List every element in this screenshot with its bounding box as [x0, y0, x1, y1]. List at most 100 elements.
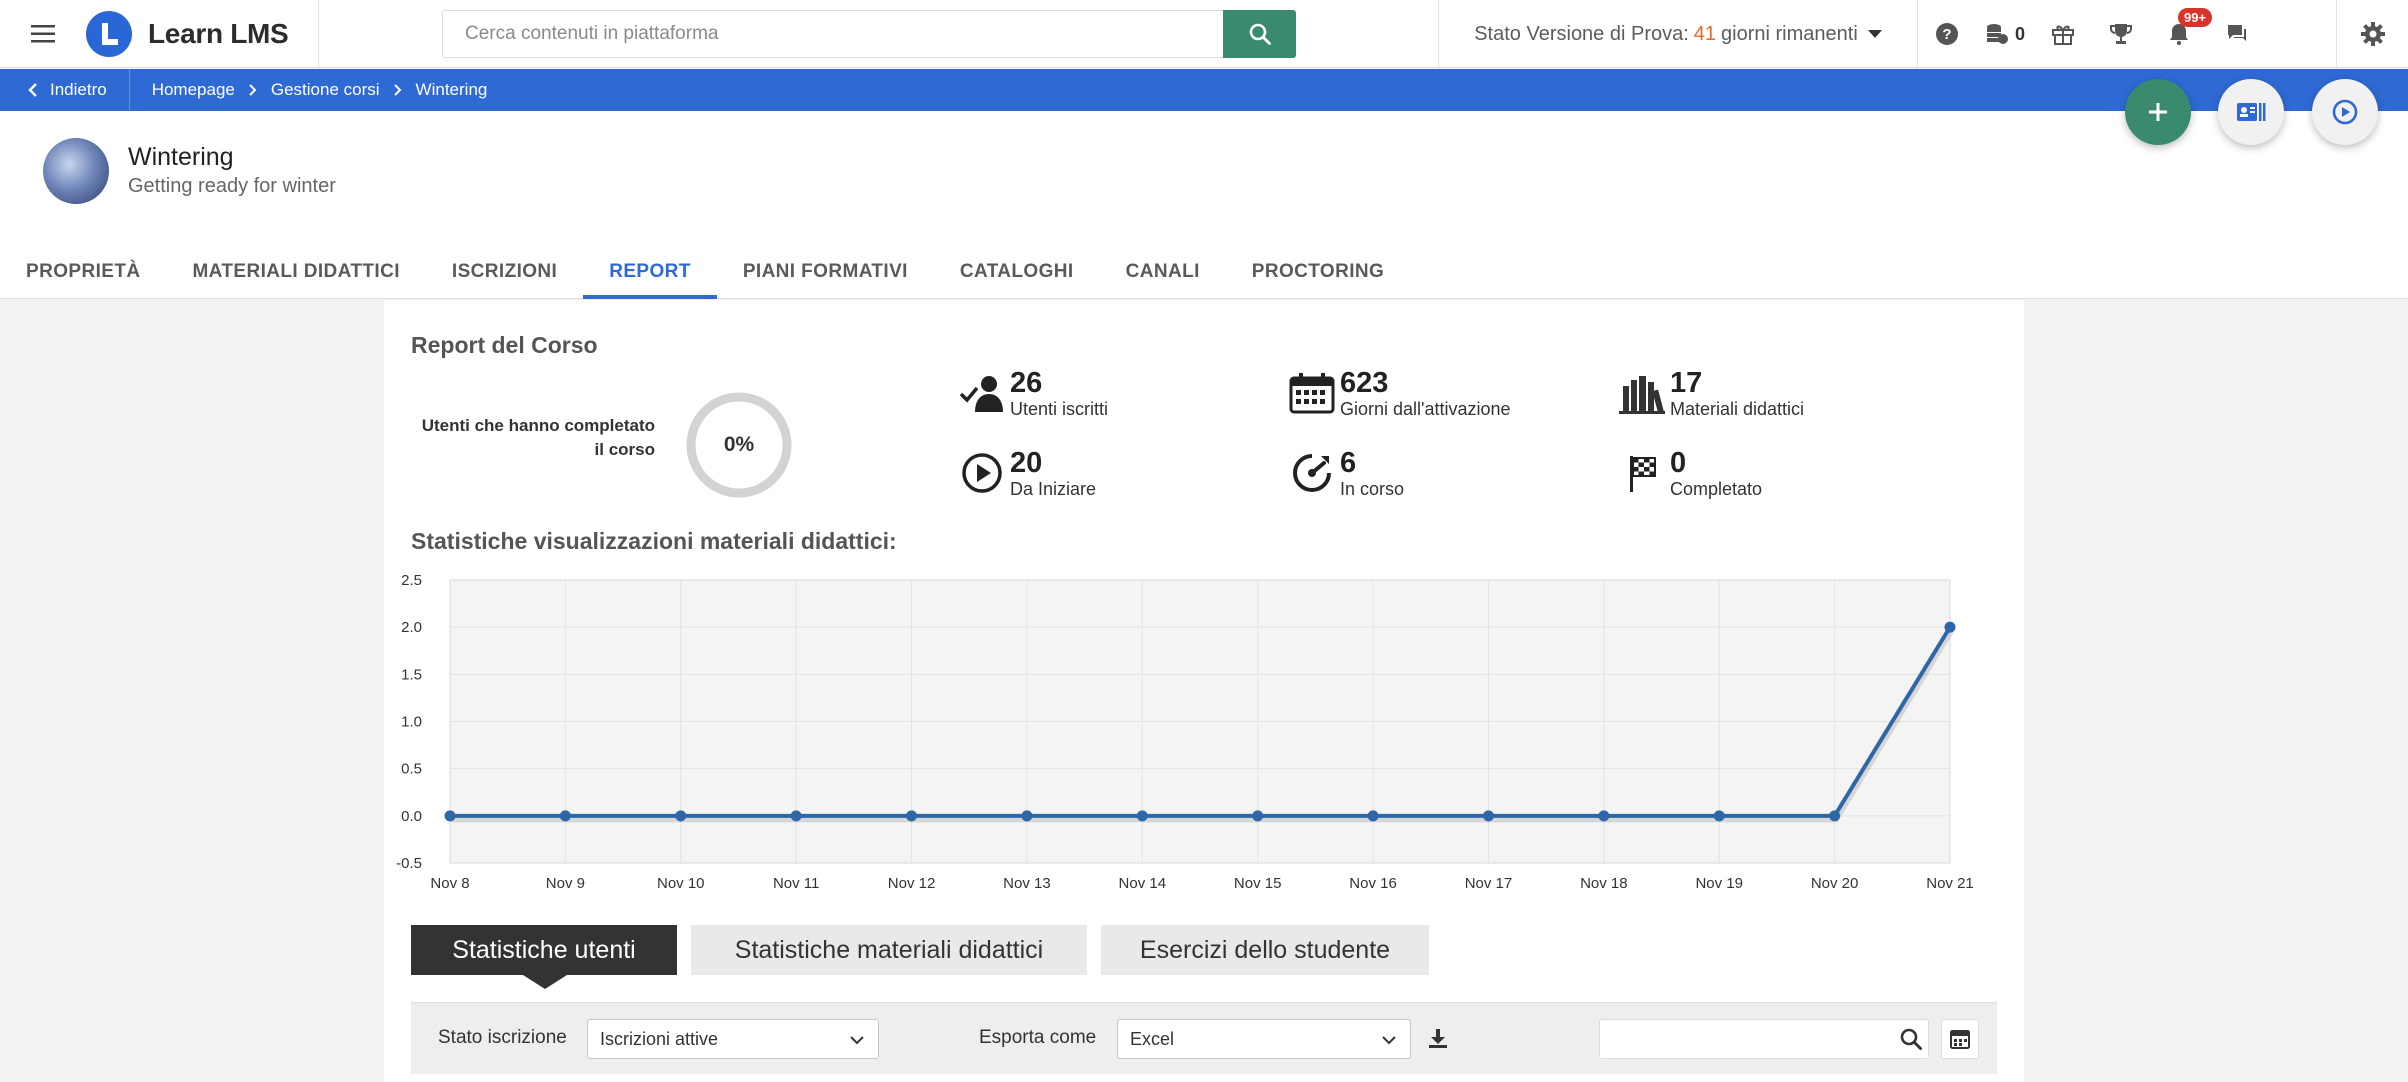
date-filter-button[interactable]: [1941, 1019, 1979, 1059]
chart-x-tick-label: Nov 12: [888, 875, 936, 892]
chart-data-point[interactable]: [675, 810, 687, 822]
status-filter-select[interactable]: Iscrizioni attive: [587, 1019, 879, 1059]
chart-data-point[interactable]: [1136, 810, 1148, 822]
course-tabs: PROPRIETÀ MATERIALI DIDATTICI ISCRIZIONI…: [0, 245, 1410, 299]
play-circle-icon: [2332, 99, 2358, 125]
chevron-left-icon: [28, 83, 37, 97]
chart-data-point[interactable]: [1829, 810, 1841, 822]
gift-button[interactable]: [2034, 0, 2092, 68]
gift-icon: [2052, 25, 2074, 45]
stat-completed: 0 Completato: [1614, 448, 1762, 500]
breadcrumb-homepage[interactable]: Homepage: [152, 80, 235, 100]
chart-x-tick-label: Nov 20: [1811, 875, 1859, 892]
chart-y-tick-label: 1.0: [401, 714, 422, 731]
chart-data-point[interactable]: [906, 810, 918, 822]
back-button[interactable]: Indietro: [0, 69, 130, 111]
chart-x-tick-label: Nov 16: [1349, 875, 1397, 892]
chart-data-point[interactable]: [1713, 810, 1725, 822]
chart-y-tick-label: 1.5: [401, 666, 422, 683]
stat-days: 623 Giorni dall'attivazione: [1284, 368, 1511, 420]
course-card-button[interactable]: [2218, 79, 2284, 145]
global-search: [442, 10, 1296, 58]
tab-learning-plans[interactable]: PIANI FORMATIVI: [717, 245, 934, 299]
chart-x-tick-label: Nov 18: [1580, 875, 1628, 892]
download-icon[interactable]: [1427, 1027, 1449, 1049]
gear-icon: [2360, 22, 2385, 46]
app-logo[interactable]: Learn LMS: [86, 0, 320, 68]
chart-x-tick-label: Nov 21: [1926, 875, 1974, 892]
logo-mark-icon: [86, 10, 132, 57]
export-label: Esporta come: [979, 1027, 1097, 1048]
completed-label: Utenti che hanno completato il corso: [421, 416, 655, 459]
chart-data-point[interactable]: [1252, 810, 1264, 822]
stat-to-start: 20 Da Iniziare: [954, 448, 1096, 500]
tab-enrollments[interactable]: ISCRIZIONI: [426, 245, 583, 299]
breadcrumb-bar: Indietro Homepage Gestione corsi Winteri…: [0, 69, 2408, 111]
chart-data-point[interactable]: [444, 810, 456, 822]
chart-data-point[interactable]: [1367, 810, 1379, 822]
tab-report[interactable]: REPORT: [583, 245, 717, 299]
tab-channels[interactable]: CANALI: [1100, 245, 1226, 299]
breadcrumb: Homepage Gestione corsi Wintering: [130, 80, 488, 100]
export-format-select[interactable]: Excel: [1117, 1019, 1411, 1059]
notifications-button[interactable]: 99+: [2150, 0, 2213, 68]
tab-materials[interactable]: MATERIALI DIDATTICI: [166, 245, 425, 299]
breadcrumb-course-management[interactable]: Gestione corsi: [271, 80, 380, 100]
stat-to-start-label: Da Iniziare: [1010, 479, 1097, 499]
stat-completed-value: 0: [1670, 447, 1687, 479]
menu-icon[interactable]: [0, 0, 86, 68]
help-icon: ?: [1936, 23, 1958, 45]
chart-data-point[interactable]: [1482, 810, 1494, 822]
breadcrumb-current[interactable]: Wintering: [416, 80, 488, 100]
chart-data-point[interactable]: [1944, 621, 1956, 633]
subtab-user-stats[interactable]: Statistiche utenti: [411, 925, 677, 989]
table-search-input[interactable]: [1599, 1019, 1929, 1059]
checkered-flag-icon: [1614, 448, 1670, 498]
trophy-button[interactable]: [2092, 0, 2150, 68]
chart-data-point[interactable]: [1021, 810, 1033, 822]
chart-data-point[interactable]: [790, 810, 802, 822]
play-circle-icon: [954, 448, 1010, 498]
search-icon[interactable]: [1899, 1027, 1923, 1051]
trial-prefix: Stato Versione di Prova:: [1474, 22, 1689, 45]
stat-enrolled-label: Utenti iscritti: [1010, 399, 1109, 419]
chart-x-tick-label: Nov 14: [1119, 875, 1167, 892]
id-card-icon: [2237, 103, 2266, 121]
chart-x-tick-label: Nov 17: [1465, 875, 1513, 892]
tab-catalogs[interactable]: CATALOGHI: [934, 245, 1100, 299]
help-button[interactable]: ?: [1918, 0, 1976, 68]
messages-button[interactable]: [2208, 0, 2266, 68]
search-button[interactable]: [1223, 10, 1296, 58]
coins-count: 0: [2014, 23, 2025, 44]
chevron-down-icon: [1382, 1036, 1396, 1045]
course-subtitle: Getting ready for winter: [128, 175, 336, 197]
chart-x-tick-label: Nov 9: [546, 875, 585, 892]
trial-days: 41: [1693, 22, 1717, 45]
chevron-right-icon: [249, 84, 257, 96]
chart-data-point[interactable]: [1598, 810, 1610, 822]
notifications-badge: 99+: [2178, 8, 2213, 27]
search-icon: [1249, 23, 1271, 45]
chart-x-tick-label: Nov 10: [657, 875, 705, 892]
chart-y-tick-label: 0.5: [401, 761, 422, 778]
preview-play-button[interactable]: [2312, 79, 2378, 145]
chart-y-tick-label: -0.5: [396, 855, 422, 872]
stat-enrolled: 26 Utenti iscritti: [954, 368, 1108, 420]
top-icon-group: ? 0 99+: [1918, 0, 2266, 68]
stat-in-progress-value: 6: [1340, 447, 1357, 479]
subtab-material-stats[interactable]: Statistiche materiali didattici: [691, 925, 1087, 975]
subtab-student-exercises[interactable]: Esercizi dello studente: [1101, 925, 1429, 975]
tab-properties[interactable]: PROPRIETÀ: [0, 245, 166, 299]
coins-button[interactable]: 0: [1976, 0, 2034, 68]
tab-proctoring[interactable]: PROCTORING: [1226, 245, 1410, 299]
calendar-icon: [1284, 368, 1340, 418]
chart-data-point[interactable]: [559, 810, 571, 822]
add-button[interactable]: [2125, 79, 2191, 145]
settings-button[interactable]: [2336, 0, 2408, 68]
search-input[interactable]: [442, 10, 1223, 58]
chart-y-tick-label: 2.0: [401, 619, 422, 636]
stat-enrolled-value: 26: [1010, 367, 1043, 399]
stat-materials: 17 Materiali didattici: [1614, 368, 1804, 420]
trial-status-dropdown[interactable]: Stato Versione di Prova: 41 giorni riman…: [1438, 0, 1918, 68]
chevron-down-icon: [850, 1036, 864, 1045]
